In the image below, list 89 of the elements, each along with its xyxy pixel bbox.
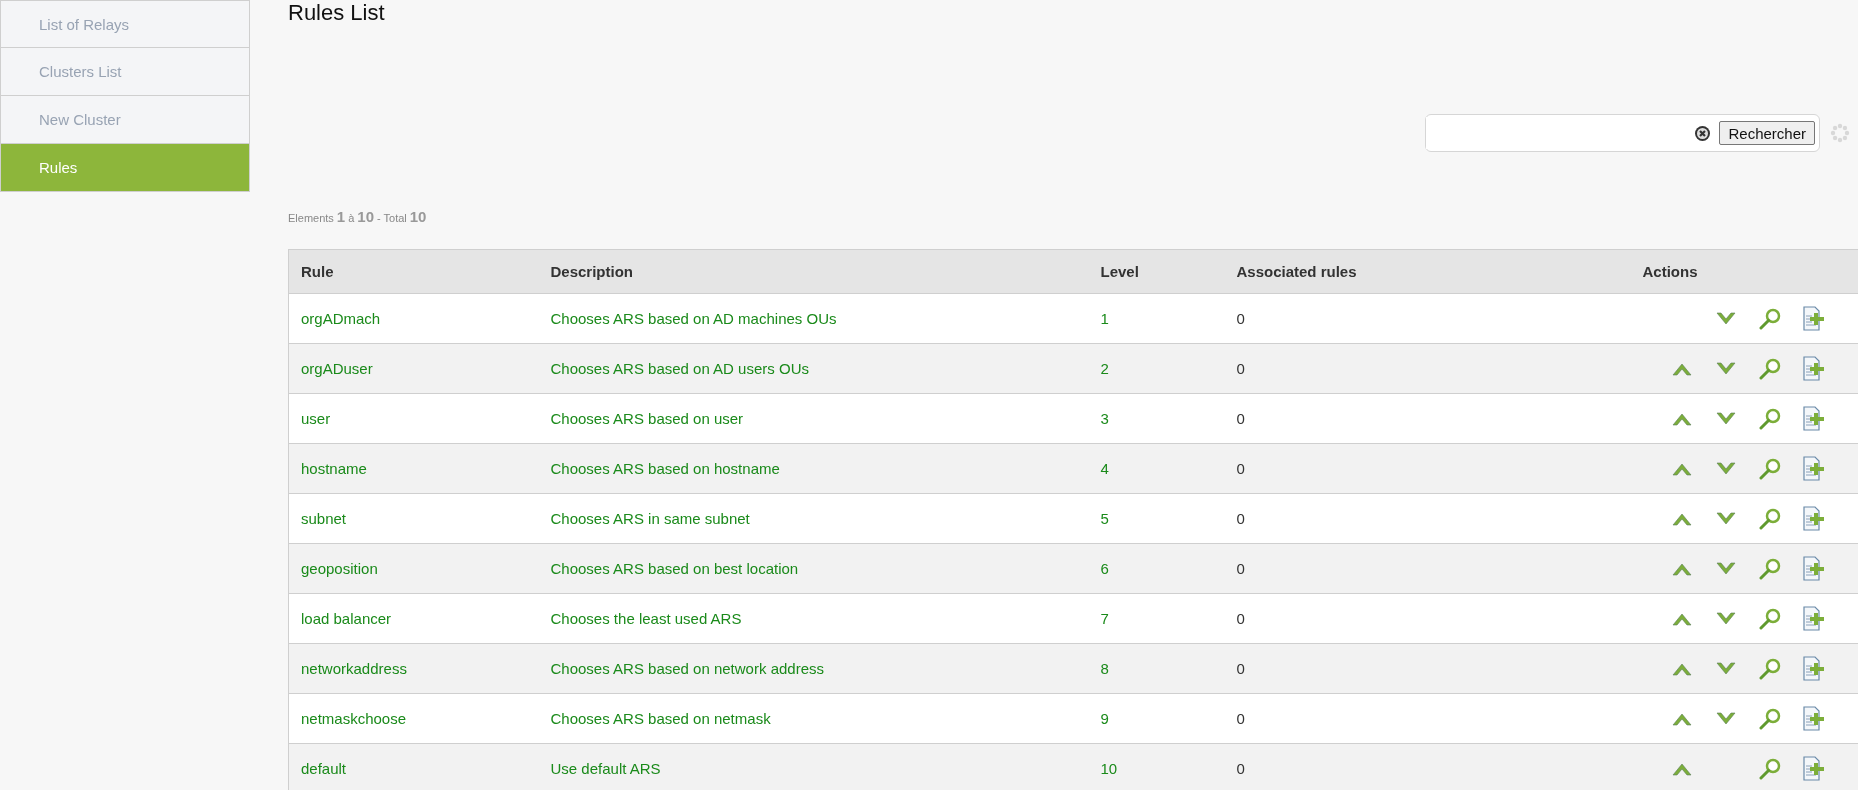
rule-name-link[interactable]: user (288, 393, 539, 444)
description-cell: Chooses ARS in same subnet (538, 493, 1089, 544)
document-add-icon[interactable] (1801, 655, 1826, 682)
move-down-icon[interactable] (1715, 510, 1736, 527)
level-cell: 1 (1088, 293, 1225, 344)
level-cell: 8 (1088, 643, 1225, 694)
associated-rules-cell: 0 (1224, 493, 1631, 544)
description-cell: Chooses ARS based on user (538, 393, 1089, 444)
rule-name-link[interactable]: networkaddress (288, 643, 539, 694)
document-add-icon[interactable] (1801, 705, 1826, 732)
move-down-icon[interactable] (1715, 410, 1736, 427)
search-icon[interactable] (1758, 657, 1781, 680)
document-add-icon[interactable] (1801, 505, 1826, 532)
description-cell: Chooses ARS based on best location (538, 543, 1089, 594)
column-header: Description (538, 249, 1089, 294)
search-icon[interactable] (1758, 307, 1781, 330)
document-add-icon[interactable] (1801, 355, 1826, 382)
rule-name-link[interactable]: default (288, 743, 539, 790)
column-header: Level (1088, 249, 1225, 294)
column-header: Actions (1630, 249, 1858, 294)
pagination-total-label: - Total (377, 212, 407, 224)
pagination-separator: à (348, 212, 355, 224)
search-button[interactable]: Rechercher (1719, 121, 1815, 145)
search-icon[interactable] (1758, 707, 1781, 730)
level-cell: 2 (1088, 343, 1225, 394)
move-down-icon[interactable] (1715, 710, 1736, 727)
description-cell: Chooses ARS based on netmask (538, 693, 1089, 744)
description-cell: Chooses ARS based on AD users OUs (538, 343, 1089, 394)
description-cell: Chooses ARS based on hostname (538, 443, 1089, 494)
rule-name-link[interactable]: geoposition (288, 543, 539, 594)
description-cell: Use default ARS (538, 743, 1089, 790)
description-cell: Chooses ARS based on AD machines OUs (538, 293, 1089, 344)
search-icon[interactable] (1758, 607, 1781, 630)
page-title: Rules List (288, 0, 386, 26)
associated-rules-cell: 0 (1224, 693, 1631, 744)
search-icon[interactable] (1758, 457, 1781, 480)
sidebar-item[interactable]: New Cluster (0, 96, 250, 144)
level-cell: 6 (1088, 543, 1225, 594)
search-icon[interactable] (1758, 507, 1781, 530)
rule-name-link[interactable]: orgADuser (288, 343, 539, 394)
rule-name-link[interactable]: hostname (288, 443, 539, 494)
associated-rules-cell: 0 (1224, 393, 1631, 444)
rule-name-link[interactable]: load balancer (288, 593, 539, 644)
pagination-label: Elements (288, 212, 334, 224)
search-icon[interactable] (1758, 407, 1781, 430)
column-header: Rule (288, 249, 539, 294)
loading-spinner-icon (1830, 123, 1850, 143)
document-add-icon[interactable] (1801, 605, 1826, 632)
move-down-icon[interactable] (1715, 560, 1736, 577)
document-add-icon[interactable] (1801, 455, 1826, 482)
move-down-icon[interactable] (1715, 660, 1736, 677)
associated-rules-cell: 0 (1224, 643, 1631, 694)
column-header: Associated rules (1224, 249, 1631, 294)
sidebar-item[interactable]: Clusters List (0, 48, 250, 96)
move-down-icon[interactable] (1715, 460, 1736, 477)
associated-rules-cell: 0 (1224, 543, 1631, 594)
associated-rules-cell: 0 (1224, 593, 1631, 644)
rule-name-link[interactable]: orgADmach (288, 293, 539, 344)
pagination-to: 10 (357, 208, 374, 225)
document-add-icon[interactable] (1801, 755, 1826, 782)
move-down-icon[interactable] (1715, 310, 1736, 327)
description-cell: Chooses the least used ARS (538, 593, 1089, 644)
document-add-icon[interactable] (1801, 305, 1826, 332)
rule-name-link[interactable]: subnet (288, 493, 539, 544)
pagination-from: 1 (336, 208, 346, 225)
sidebar-item[interactable]: Rules (0, 144, 250, 192)
move-down-icon[interactable] (1715, 610, 1736, 627)
description-cell: Chooses ARS based on network address (538, 643, 1089, 694)
clear-icon[interactable] (1694, 124, 1712, 142)
associated-rules-cell: 0 (1224, 343, 1631, 394)
search-field[interactable]: Rechercher (1425, 114, 1820, 152)
associated-rules-cell: 0 (1224, 743, 1631, 790)
level-cell: 10 (1088, 743, 1225, 790)
level-cell: 5 (1088, 493, 1225, 544)
rule-name-link[interactable]: netmaskchoose (288, 693, 539, 744)
move-down-icon[interactable] (1715, 360, 1736, 377)
level-cell: 7 (1088, 593, 1225, 644)
level-cell: 3 (1088, 393, 1225, 444)
search-icon[interactable] (1758, 757, 1781, 780)
document-add-icon[interactable] (1801, 405, 1826, 432)
document-add-icon[interactable] (1801, 555, 1826, 582)
pagination-total: 10 (409, 208, 427, 225)
associated-rules-cell: 0 (1224, 293, 1631, 344)
search-icon[interactable] (1758, 357, 1781, 380)
search-icon[interactable] (1758, 557, 1781, 580)
sidebar-item[interactable]: List of Relays (0, 0, 250, 48)
level-cell: 9 (1088, 693, 1225, 744)
level-cell: 4 (1088, 443, 1225, 494)
associated-rules-cell: 0 (1224, 443, 1631, 494)
